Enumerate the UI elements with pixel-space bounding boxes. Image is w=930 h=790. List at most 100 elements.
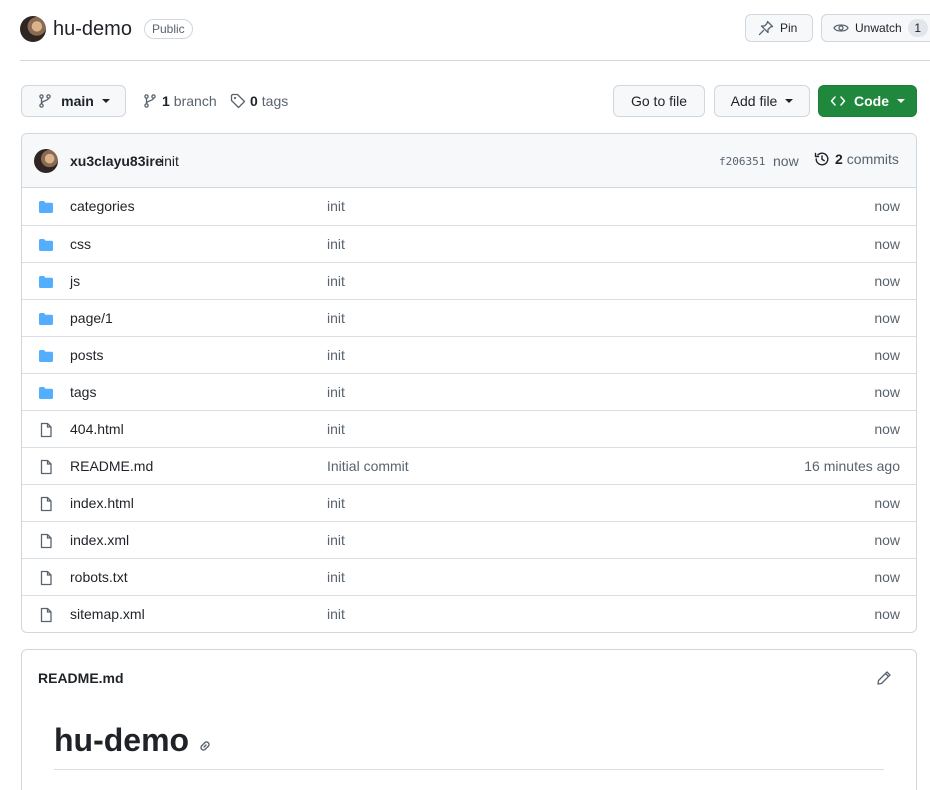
- file-commit-message[interactable]: init: [327, 347, 345, 363]
- folder-icon: [38, 311, 54, 330]
- file-commit-message[interactable]: init: [327, 606, 345, 622]
- branch-count: 1: [162, 93, 170, 109]
- pin-label: Pin: [780, 21, 798, 35]
- file-age: now: [874, 495, 900, 511]
- readme-panel: README.md hu-demo: [21, 649, 917, 790]
- commit-author[interactable]: xu3clayu83ire: [70, 153, 163, 169]
- file-commit-message[interactable]: init: [327, 198, 345, 214]
- file-icon: [38, 496, 54, 515]
- file-age: now: [874, 347, 900, 363]
- branches-link[interactable]: 1 branch: [142, 85, 217, 117]
- file-name[interactable]: README.md: [70, 458, 153, 474]
- file-commit-message[interactable]: init: [327, 384, 345, 400]
- eye-icon: [833, 24, 849, 32]
- file-commit-message[interactable]: Initial commit: [327, 458, 409, 474]
- file-name[interactable]: index.html: [70, 495, 134, 511]
- visibility-badge: Public: [144, 19, 193, 39]
- file-row[interactable]: css init now: [22, 225, 916, 262]
- unwatch-label: Unwatch: [855, 21, 902, 35]
- branch-selector[interactable]: main: [21, 85, 126, 117]
- folder-icon: [38, 385, 54, 404]
- file-row[interactable]: 404.html init now: [22, 410, 916, 447]
- code-button[interactable]: Code: [818, 85, 917, 117]
- code-icon: [830, 96, 846, 106]
- readme-title: README.md: [38, 670, 124, 686]
- file-row[interactable]: robots.txt init now: [22, 558, 916, 595]
- pin-icon: [758, 20, 774, 36]
- pencil-icon[interactable]: [876, 670, 892, 689]
- file-list: categories init now css init now js init now page…: [22, 188, 916, 632]
- chevron-down-icon: [785, 99, 794, 103]
- file-commit-message[interactable]: init: [327, 569, 345, 585]
- branch-name: main: [61, 93, 94, 109]
- watch-count: 1: [907, 19, 928, 37]
- go-to-file-button[interactable]: Go to file: [613, 85, 705, 117]
- file-row[interactable]: README.md Initial commit 16 minutes ago: [22, 447, 916, 484]
- file-name[interactable]: index.xml: [70, 532, 129, 548]
- folder-icon: [38, 274, 54, 293]
- file-row[interactable]: index.html init now: [22, 484, 916, 521]
- owner-avatar[interactable]: [20, 16, 46, 42]
- history-icon: [814, 152, 829, 166]
- file-commit-message[interactable]: init: [327, 421, 345, 437]
- file-row[interactable]: posts init now: [22, 336, 916, 373]
- unwatch-button[interactable]: Unwatch 1: [821, 14, 930, 42]
- readme-heading-text: hu-demo: [54, 722, 190, 758]
- commit-count: 2: [835, 151, 843, 167]
- file-row[interactable]: js init now: [22, 262, 916, 299]
- file-commit-message[interactable]: init: [327, 532, 345, 548]
- file-icon: [38, 422, 54, 441]
- commit-count-word: commits: [846, 151, 899, 167]
- file-toolbar: main 1 branch 0 tags Go to file Add file…: [21, 85, 917, 117]
- code-label: Code: [854, 93, 889, 109]
- file-name[interactable]: robots.txt: [70, 569, 128, 585]
- commits-history-link[interactable]: 2 commits: [814, 151, 899, 167]
- file-name[interactable]: categories: [70, 198, 135, 214]
- git-branch-icon: [39, 94, 51, 108]
- file-age: now: [874, 236, 900, 252]
- file-name[interactable]: js: [70, 273, 80, 289]
- pin-button[interactable]: Pin: [745, 14, 813, 42]
- commit-time: now: [773, 153, 799, 169]
- folder-icon: [38, 199, 54, 218]
- file-icon: [38, 607, 54, 626]
- file-commit-message[interactable]: init: [327, 310, 345, 326]
- file-row[interactable]: page/1 init now: [22, 299, 916, 336]
- file-row[interactable]: categories init now: [22, 188, 916, 225]
- file-age: now: [874, 569, 900, 585]
- file-name[interactable]: tags: [70, 384, 96, 400]
- tag-word: tags: [261, 93, 289, 109]
- repo-name[interactable]: hu-demo: [53, 18, 132, 41]
- file-age: now: [874, 273, 900, 289]
- file-commit-message[interactable]: init: [327, 236, 345, 252]
- file-row[interactable]: sitemap.xml init now: [22, 595, 916, 632]
- repo-header: hu-demo Public Pin Unwatch 1: [20, 14, 930, 60]
- header-divider: [20, 60, 930, 61]
- file-icon: [38, 570, 54, 589]
- file-name[interactable]: posts: [70, 347, 103, 363]
- file-icon: [38, 459, 54, 478]
- file-age: 16 minutes ago: [804, 458, 900, 474]
- file-age: now: [874, 384, 900, 400]
- file-commit-message[interactable]: init: [327, 273, 345, 289]
- commit-sha[interactable]: f206351: [719, 155, 765, 168]
- file-age: now: [874, 198, 900, 214]
- add-file-label: Add file: [730, 93, 778, 109]
- file-name[interactable]: css: [70, 236, 91, 252]
- file-age: now: [874, 310, 900, 326]
- git-branch-icon: [144, 94, 156, 108]
- tags-link[interactable]: 0 tags: [230, 85, 288, 117]
- file-name[interactable]: 404.html: [70, 421, 124, 437]
- file-icon: [38, 533, 54, 552]
- file-row[interactable]: tags init now: [22, 373, 916, 410]
- file-row[interactable]: index.xml init now: [22, 521, 916, 558]
- latest-commit-bar: xu3clayu83ire init f206351 now 2 commits: [22, 134, 916, 188]
- add-file-button[interactable]: Add file: [714, 85, 810, 117]
- file-name[interactable]: page/1: [70, 310, 113, 326]
- file-name[interactable]: sitemap.xml: [70, 606, 145, 622]
- file-browser: xu3clayu83ire init f206351 now 2 commits…: [21, 133, 917, 633]
- commit-message[interactable]: init: [161, 153, 179, 169]
- link-icon[interactable]: [197, 738, 213, 754]
- commit-author-avatar[interactable]: [34, 149, 58, 173]
- file-commit-message[interactable]: init: [327, 495, 345, 511]
